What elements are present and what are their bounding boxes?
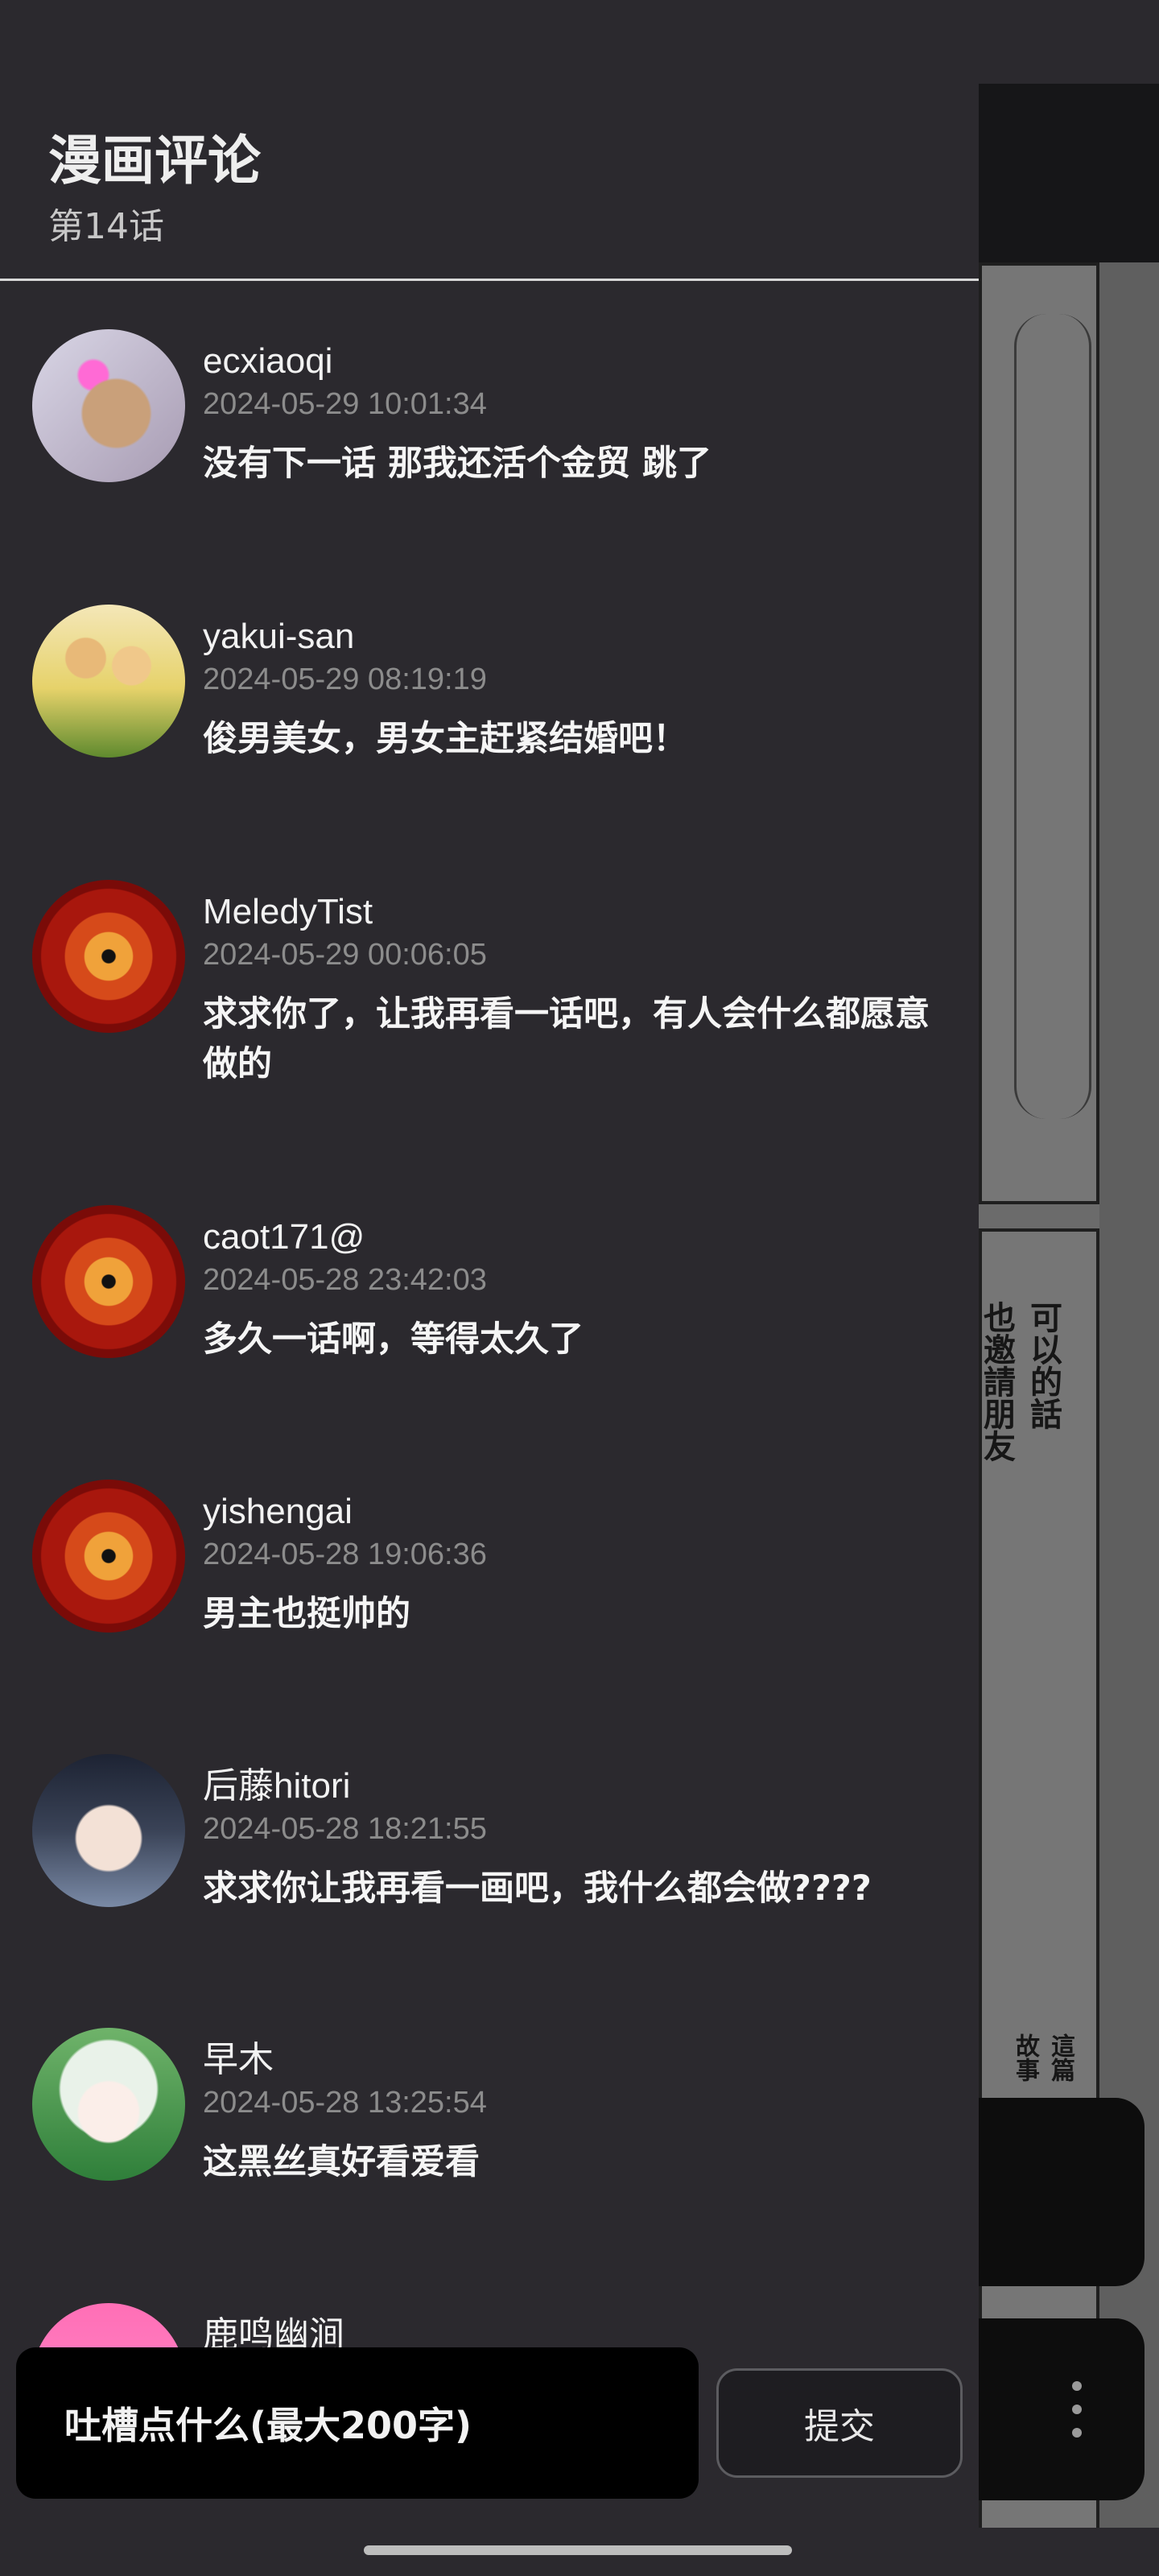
anime-avatar[interactable]: [32, 1754, 185, 1907]
anime-avatar[interactable]: [32, 2028, 185, 2181]
comment-text: 男主也挺帅的: [203, 1594, 410, 1634]
comment-timestamp: 2024-05-29 00:06:05: [203, 938, 487, 972]
comment-username[interactable]: yakui-san: [203, 614, 354, 659]
drawer-header: 漫画评论 第14话: [0, 0, 979, 281]
comment-text: 求求你让我再看一画吧，我什么都会做????: [203, 1868, 872, 1909]
reader-control-card[interactable]: [979, 2098, 1145, 2286]
comment-timestamp: 2024-05-28 13:25:54: [203, 2086, 487, 2120]
manga-caption-text: 故事: [1011, 2033, 1039, 2082]
sharingan-avatar[interactable]: [32, 880, 185, 1033]
comment-input[interactable]: 吐槽点什么(最大200字): [16, 2347, 699, 2499]
sharingan-avatar[interactable]: [32, 1205, 185, 1358]
comment-text: 没有下一话 那我还活个金贸 跳了: [203, 444, 711, 484]
manga-caption-text: 這篇: [1046, 2033, 1074, 2082]
comment-text: 求求你了，让我再看一话吧，有人会什么都愿意做的: [203, 994, 930, 1084]
couple-avatar[interactable]: [32, 605, 185, 758]
comment-username[interactable]: ecxiaoqi: [203, 339, 332, 384]
drawer-title: 漫画评论: [48, 130, 261, 192]
comment-text: 俊男美女，男女主赶紧结婚吧！: [203, 719, 687, 759]
manga-bubble-text: 也邀請朋友: [979, 1301, 1016, 1462]
manga-tree-drawing: [1014, 314, 1091, 1119]
comment-timestamp: 2024-05-29 10:01:34: [203, 387, 487, 421]
comment-text: 多久一话啊，等得太久了: [203, 1319, 584, 1360]
kebab-dot: [1072, 2405, 1082, 2414]
comment-timestamp: 2024-05-28 23:42:03: [203, 1263, 487, 1297]
photo-avatar[interactable]: [32, 329, 185, 482]
manga-bubble-text: 可以的話: [1025, 1301, 1062, 1430]
screen: 可以的話 也邀請朋友 這篇 故事 漫画评论 第14话 ecxiaoqi 2024…: [0, 0, 1159, 2576]
comment-username[interactable]: 后藤hitori: [203, 1764, 350, 1809]
comment-timestamp: 2024-05-29 08:19:19: [203, 663, 487, 696]
sharingan-avatar[interactable]: [32, 1480, 185, 1633]
comment-username[interactable]: MeledyTist: [203, 890, 373, 935]
comment-username[interactable]: 早木: [203, 2037, 274, 2083]
comment-timestamp: 2024-05-28 19:06:36: [203, 1538, 487, 1571]
comments-drawer: 漫画评论 第14话 ecxiaoqi 2024-05-29 10:01:34 没…: [0, 0, 979, 2576]
comment-list[interactable]: ecxiaoqi 2024-05-29 10:01:34 没有下一话 那我还活个…: [0, 281, 979, 2576]
manga-top-bar: [979, 84, 1159, 262]
comment-timestamp: 2024-05-28 18:21:55: [203, 1812, 487, 1846]
comment-text: 这黑丝真好看爱看: [203, 2142, 480, 2182]
comment-username[interactable]: caot171@: [203, 1215, 365, 1260]
gesture-navigation-bar[interactable]: [364, 2545, 792, 2555]
submit-button[interactable]: 提交: [716, 2368, 963, 2478]
kebab-dot: [1072, 2381, 1082, 2391]
comment-username[interactable]: yishengai: [203, 1489, 353, 1534]
kebab-dot: [1072, 2428, 1082, 2438]
manga-panel: [979, 262, 1099, 1204]
more-vertical-icon[interactable]: [1061, 2381, 1093, 2438]
chapter-subtitle: 第14话: [48, 206, 164, 247]
